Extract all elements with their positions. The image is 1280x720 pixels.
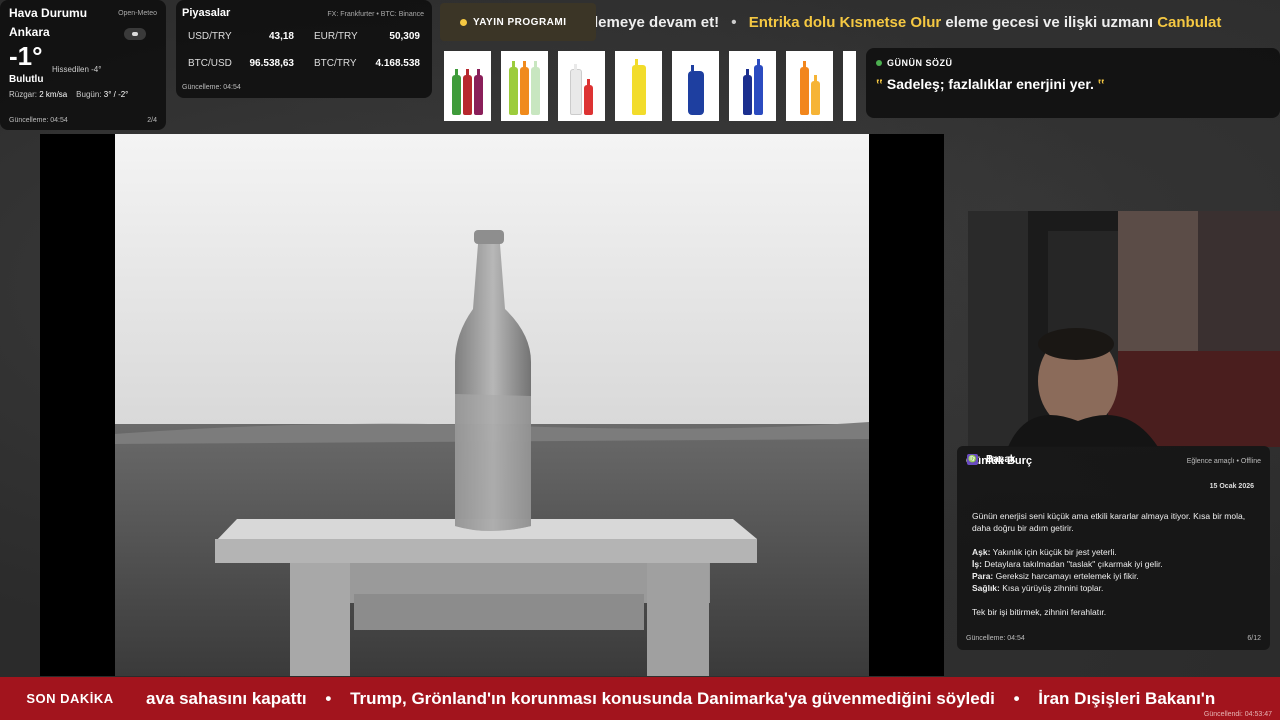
live-dot-icon (876, 60, 882, 66)
weather-condition: Bulutlu (9, 74, 44, 85)
news-item: İran Dışişleri Bakanı'n (1038, 689, 1216, 708)
today-label: Bugün: (76, 90, 102, 99)
horoscope-date: 15 Ocak 2026 (1209, 483, 1254, 490)
market-label: BTC/USD (188, 58, 232, 69)
horoscope-sign-row: ♍ Başak (967, 454, 1015, 465)
ticker-highlight: Entrika dolu Kısmetse Olur (748, 14, 942, 31)
market-item: EUR/TRY 50,309 (308, 27, 426, 46)
quote-close-mark: ‟ (1097, 76, 1105, 92)
product-ads-strip (444, 51, 856, 121)
weather-page: 2/4 (147, 117, 157, 124)
markets-grid: USD/TRY 43,18 EUR/TRY 50,309 BTC/USD 96.… (182, 27, 426, 73)
market-label: EUR/TRY (314, 31, 358, 42)
cloud-icon (124, 28, 146, 40)
horoscope-sign: Başak (986, 454, 1016, 465)
horoscope-page: 6/12 (1247, 635, 1261, 642)
breaking-news-bar: SON DAKİKA ava sahasını kapattı • Trump,… (0, 677, 1280, 720)
news-item: ava sahasını kapattı (146, 689, 307, 708)
program-schedule-label: YAYIN PROGRAMI (473, 16, 567, 28)
news-separator: • (1013, 689, 1020, 708)
quote-text: Sadeleş; fazlalıklar enerjini yer. (886, 76, 1094, 92)
market-label: USD/TRY (188, 31, 232, 42)
horoscope-intro: Günün enerjisi seni küçük ama etkili kar… (972, 511, 1246, 533)
streamer-webcam (968, 211, 1280, 447)
horoscope-body: Günün enerjisi seni küçük ama etkili kar… (972, 510, 1257, 618)
horoscope-closing: Tek bir işi bitirmek, zihnini ferahlatır… (972, 607, 1107, 617)
news-item: Trump, Grönland'ın korunması konusunda D… (350, 689, 995, 708)
weather-source: Open-Meteo (118, 10, 157, 17)
quote-title: GÜNÜN SÖZÜ (887, 58, 953, 68)
product-image (786, 51, 833, 121)
bottle-on-table-illustration (115, 134, 869, 676)
quote-of-day-widget: GÜNÜN SÖZÜ ‟ Sadeleş; fazlalıklar enerji… (866, 48, 1280, 118)
horoscope-tag: Eğlence amaçlı • Offline (1186, 458, 1261, 465)
market-value: 50,309 (389, 31, 420, 42)
ticker-highlight: Canbulat (1157, 14, 1222, 31)
horoscope-widget: Günlük Burç Eğlence amaçlı • Offline ♍ B… (957, 446, 1270, 650)
markets-updated: Güncelleme: 04:54 (182, 84, 241, 91)
product-image (444, 51, 491, 121)
weather-updated: Güncelleme: 04:54 (9, 117, 68, 124)
market-value: 4.168.538 (375, 58, 421, 69)
weather-widget: Hava Durumu Open-Meteo Ankara -1° Hissed… (0, 0, 166, 130)
product-image (729, 51, 776, 121)
product-image (615, 51, 662, 121)
horoscope-love: Aşk: Yakınlık için küçük bir jest yeterl… (972, 547, 1117, 557)
market-item: USD/TRY 43,18 (182, 27, 300, 46)
market-value: 43,18 (268, 31, 294, 42)
video-frame-image (115, 134, 869, 676)
yellow-dot-icon (460, 18, 467, 26)
markets-source: FX: Frankfurter • BTC: Binance (327, 11, 424, 18)
news-separator: • (325, 689, 332, 708)
wind-value: 2 km/sa (39, 90, 68, 99)
quote-text-row: ‟ Sadeleş; fazlalıklar enerjini yer. ‟ (876, 76, 1270, 92)
product-image (501, 51, 548, 121)
product-image (558, 51, 605, 121)
weather-feels-like: Hissedilen -4° (52, 65, 102, 74)
top-ticker-text: lemeye devam et! • Entrika dolu Kısmetse… (594, 14, 1221, 31)
wind-label: Rüzgar: (9, 90, 38, 99)
horoscope-health: Sağlık: Kısa yürüyüş zihnini toplar. (972, 583, 1104, 593)
horoscope-updated: Güncelleme: 04:54 (966, 635, 1025, 642)
product-image (672, 51, 719, 121)
ticker-part: eleme gecesi ve ilişki uzmanı (945, 14, 1154, 31)
quote-title-row: GÜNÜN SÖZÜ (876, 58, 1270, 68)
ticker-part: lemeye devam et! (594, 14, 720, 31)
market-label: BTC/TRY (314, 58, 357, 69)
market-item: BTC/USD 96.538,63 (182, 54, 300, 73)
today-value: 3° / -2° (103, 90, 129, 99)
markets-widget: Piyasalar FX: Frankfurter • BTC: Binance… (176, 0, 432, 98)
product-image (843, 51, 856, 121)
ticker-separator: • (731, 14, 737, 31)
main-video-player[interactable] (40, 134, 944, 676)
virgo-icon: ♍ (967, 454, 978, 465)
webcam-feed-image (968, 211, 1280, 447)
market-value: 96.538,63 (249, 58, 295, 69)
news-updated: Güncellendi: 04:53:47 (1203, 711, 1272, 718)
horoscope-money: Para: Gereksiz harcamayı ertelemek iyi f… (972, 571, 1139, 581)
weather-wind-row: Rüzgar: 2 km/sa Bugün: 3° / -2° (9, 90, 157, 99)
quote-open-mark: ‟ (876, 76, 883, 92)
market-item: BTC/TRY 4.168.538 (308, 54, 426, 73)
breaking-news-text: ava sahasını kapattı • Trump, Grönland'ı… (146, 689, 1215, 709)
breaking-news-label: SON DAKİKA (0, 677, 140, 720)
horoscope-work: İş: Detaylara takılmadan "taslak" çıkarm… (972, 559, 1163, 569)
weather-temperature: -1° (9, 41, 43, 71)
program-schedule-button[interactable]: YAYIN PROGRAMI (440, 3, 596, 41)
